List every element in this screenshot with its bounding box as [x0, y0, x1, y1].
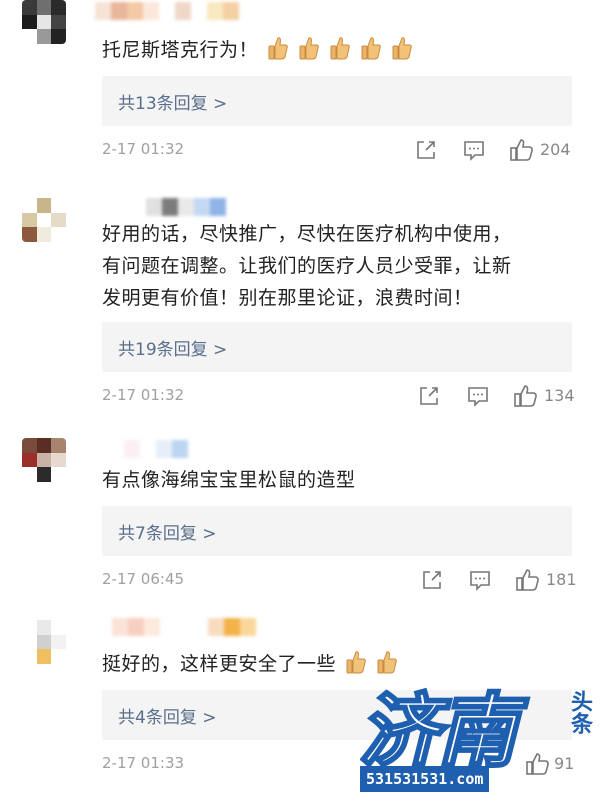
comment-icon[interactable]	[468, 568, 492, 592]
like-icon[interactable]	[509, 138, 535, 162]
username-blurred[interactable]	[95, 2, 239, 20]
thumbs-up-emoji-icon	[258, 37, 413, 61]
timestamp: 2-17 01:32	[102, 140, 185, 158]
reply-box[interactable]: 共13条回复 >	[102, 76, 572, 126]
username-blurred[interactable]	[112, 618, 256, 636]
view-replies-link[interactable]: 共4条回复 >	[118, 703, 216, 728]
view-replies-link[interactable]: 共19条回复 >	[118, 335, 227, 360]
avatar[interactable]	[22, 0, 66, 44]
username-blurred[interactable]	[108, 440, 188, 458]
comment-meta: 2-17 01:32 204	[102, 138, 582, 162]
like-icon[interactable]	[513, 384, 539, 408]
comment-icon[interactable]	[462, 138, 486, 162]
comment-meta: 2-17 06:45 181	[102, 568, 582, 592]
share-icon[interactable]	[414, 138, 438, 162]
thumbs-up-emoji-icon	[330, 37, 350, 60]
avatar[interactable]	[22, 620, 66, 664]
timestamp: 2-17 01:33	[102, 754, 185, 772]
reply-box[interactable]: 共7条回复 >	[102, 506, 572, 556]
thumbs-up-emoji-icon	[361, 37, 381, 60]
timestamp: 2-17 06:45	[102, 570, 185, 588]
watermark-brand-outline: 济南	[360, 686, 528, 777]
thumbs-up-emoji-icon	[392, 37, 412, 60]
like-count: 181	[546, 570, 577, 589]
like-count: 134	[544, 386, 575, 405]
watermark-side-text: 头条	[567, 690, 593, 734]
thumbs-up-emoji-icon	[299, 37, 319, 60]
avatar[interactable]	[22, 438, 66, 482]
comment-text: 有点像海绵宝宝里松鼠的造型	[102, 469, 356, 491]
watermark-url: 531531531.com	[360, 766, 490, 792]
like-icon[interactable]	[515, 568, 541, 592]
timestamp: 2-17 01:32	[102, 386, 185, 404]
view-replies-link[interactable]: 共13条回复 >	[118, 89, 227, 114]
comment-text: 好用的话，尽快推广，尽快在医疗机构中使用， 有问题在调整。让我们的医疗人员少受罪…	[102, 223, 512, 309]
comment-icon[interactable]	[466, 384, 490, 408]
thumbs-up-emoji-icon	[268, 37, 288, 60]
username-blurred[interactable]	[130, 198, 226, 216]
reply-box[interactable]: 共19条回复 >	[102, 322, 572, 372]
comment-meta: 2-17 01:32 134	[102, 384, 582, 408]
like-count: 204	[540, 140, 571, 159]
avatar[interactable]	[22, 198, 66, 242]
share-icon[interactable]	[417, 384, 441, 408]
comment-text: 托尼斯塔克行为！	[102, 34, 413, 66]
view-replies-link[interactable]: 共7条回复 >	[118, 519, 216, 544]
share-icon[interactable]	[420, 568, 444, 592]
comment-text: 挺好的，这样更安全了一些	[102, 648, 398, 680]
